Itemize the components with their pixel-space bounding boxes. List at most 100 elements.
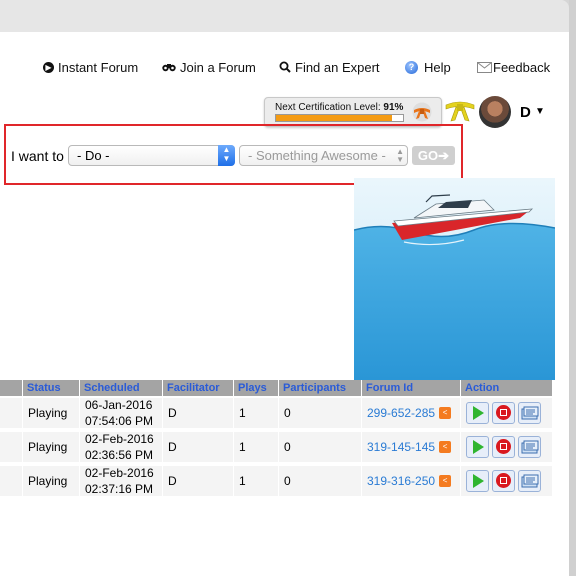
table-cell-forum-id: 299-652-285 <: [362, 398, 460, 430]
facilitator-text: D: [168, 406, 177, 420]
play-icon: [473, 406, 484, 420]
table-cell-participants: 0: [279, 432, 361, 464]
table-header-plays[interactable]: Plays: [234, 380, 278, 396]
table-cell-facilitator: D: [163, 466, 233, 498]
scheduled-text: 06-Jan-2016 07:54:06 PM: [85, 397, 153, 429]
nav-find-expert-label: Find an Expert: [295, 59, 380, 75]
nav-join-forum[interactable]: Join a Forum: [162, 58, 256, 76]
scheduled-date: 06-Jan-2016: [85, 398, 153, 412]
plays-text: 1: [239, 440, 246, 454]
plays-text: 1: [239, 406, 246, 420]
table-cell-spacer: [0, 466, 22, 498]
certification-widget[interactable]: Next Certification Level: 91%: [264, 97, 442, 127]
select-arrows-icon: ▲ ▼: [396, 147, 404, 164]
play-button[interactable]: [466, 402, 489, 424]
table-cell-forum-id: 319-145-145 <: [362, 432, 460, 464]
search-icon: [279, 61, 291, 73]
table-header-spacer: [0, 380, 22, 396]
table-header-forum-id[interactable]: Forum Id: [362, 380, 460, 396]
help-icon: ?: [405, 60, 418, 74]
table-cell-plays: 1: [234, 432, 278, 464]
play-button[interactable]: [466, 470, 489, 492]
play-icon: [473, 474, 484, 488]
table-cell-action: [461, 432, 552, 464]
facilitator-text: D: [168, 474, 177, 488]
edit-forum-icon: [521, 406, 539, 420]
scheduled-date: 02-Feb-2016: [85, 466, 154, 480]
stop-icon: [496, 405, 511, 420]
window-edge: [569, 0, 576, 576]
certification-percent: 91%: [383, 102, 404, 113]
nav-instant-forum-label: Instant Forum: [58, 59, 139, 75]
forum-id-link[interactable]: 319-145-145: [367, 440, 435, 454]
table-header-facilitator[interactable]: Facilitator: [163, 380, 233, 396]
user-menu-caret[interactable]: ▼: [535, 106, 545, 117]
table-cell-status: Playing: [23, 466, 79, 498]
stop-button[interactable]: [492, 436, 515, 458]
go-button[interactable]: GO➔: [412, 146, 455, 165]
select-arrows-icon: ▲ ▼: [218, 145, 235, 166]
share-icon[interactable]: <: [439, 475, 452, 487]
go-button-label: GO: [417, 148, 439, 163]
stop-button[interactable]: [492, 402, 515, 424]
nav-feedback[interactable]: Feedback: [477, 58, 550, 76]
table-cell-facilitator: D: [163, 398, 233, 430]
binoculars-icon: [162, 64, 176, 72]
nav-help[interactable]: ? Help: [405, 58, 451, 76]
yellow-belt-icon: [445, 101, 475, 122]
share-icon[interactable]: <: [439, 407, 452, 419]
share-icon[interactable]: <: [439, 441, 452, 453]
play-icon: [473, 440, 484, 454]
nav-instant-forum[interactable]: ▶ Instant Forum: [43, 58, 138, 76]
table-cell-scheduled: 02-Feb-2016 02:37:16 PM: [80, 466, 162, 498]
table-header-action: Action: [461, 380, 552, 396]
table-cell-scheduled: 06-Jan-2016 07:54:06 PM: [80, 398, 162, 430]
forum-id-link[interactable]: 319-316-250: [367, 474, 435, 488]
table-cell-plays: 1: [234, 398, 278, 430]
table-cell-spacer: [0, 398, 22, 430]
stop-button[interactable]: [492, 470, 515, 492]
scheduled-time: 02:37:16 PM: [85, 482, 154, 496]
window-top-band: [0, 0, 569, 32]
table-cell-participants: 0: [279, 398, 361, 430]
edit-forum-button[interactable]: [518, 402, 541, 424]
something-awesome-select[interactable]: - Something Awesome - ▲ ▼: [239, 145, 408, 166]
table-header-participants[interactable]: Participants: [279, 380, 361, 396]
nav-help-label: Help: [424, 59, 451, 75]
status-text: Playing: [28, 474, 68, 488]
avatar[interactable]: [479, 96, 511, 128]
do-select-value: - Do -: [77, 148, 110, 163]
table-cell-participants: 0: [279, 466, 361, 498]
facilitator-text: D: [168, 440, 177, 454]
certification-label-text: Next Certification Level:: [275, 102, 381, 113]
certification-progress-bar: [275, 114, 404, 122]
plays-text: 1: [239, 474, 246, 488]
table-cell-spacer: [0, 432, 22, 464]
play-button[interactable]: [466, 436, 489, 458]
table-cell-action: [461, 466, 552, 498]
scheduled-text: 02-Feb-2016 02:36:56 PM: [85, 431, 154, 463]
certification-progress-fill: [276, 115, 392, 121]
edit-forum-icon: [521, 440, 539, 454]
status-text: Playing: [28, 406, 68, 420]
edit-forum-button[interactable]: [518, 470, 541, 492]
orange-belt-icon: [412, 102, 432, 122]
scheduled-time: 07:54:06 PM: [85, 414, 154, 428]
table-header-status[interactable]: Status: [23, 380, 79, 396]
do-select[interactable]: - Do - ▲ ▼: [68, 145, 235, 166]
table-header-scheduled[interactable]: Scheduled: [80, 380, 162, 396]
user-initial[interactable]: D: [520, 104, 531, 121]
forum-id-link[interactable]: 299-652-285: [367, 406, 435, 420]
nav-find-expert[interactable]: Find an Expert: [279, 58, 380, 76]
table-cell-facilitator: D: [163, 432, 233, 464]
table-cell-scheduled: 02-Feb-2016 02:36:56 PM: [80, 432, 162, 464]
boat-banner-image: [354, 178, 555, 380]
participants-text: 0: [284, 474, 291, 488]
table-cell-status: Playing: [23, 398, 79, 430]
scheduled-date: 02-Feb-2016: [85, 432, 154, 446]
table-cell-plays: 1: [234, 466, 278, 498]
table-cell-action: [461, 398, 552, 430]
nav-feedback-label: Feedback: [493, 59, 551, 75]
certification-label: Next Certification Level: 91%: [275, 102, 403, 113]
edit-forum-button[interactable]: [518, 436, 541, 458]
